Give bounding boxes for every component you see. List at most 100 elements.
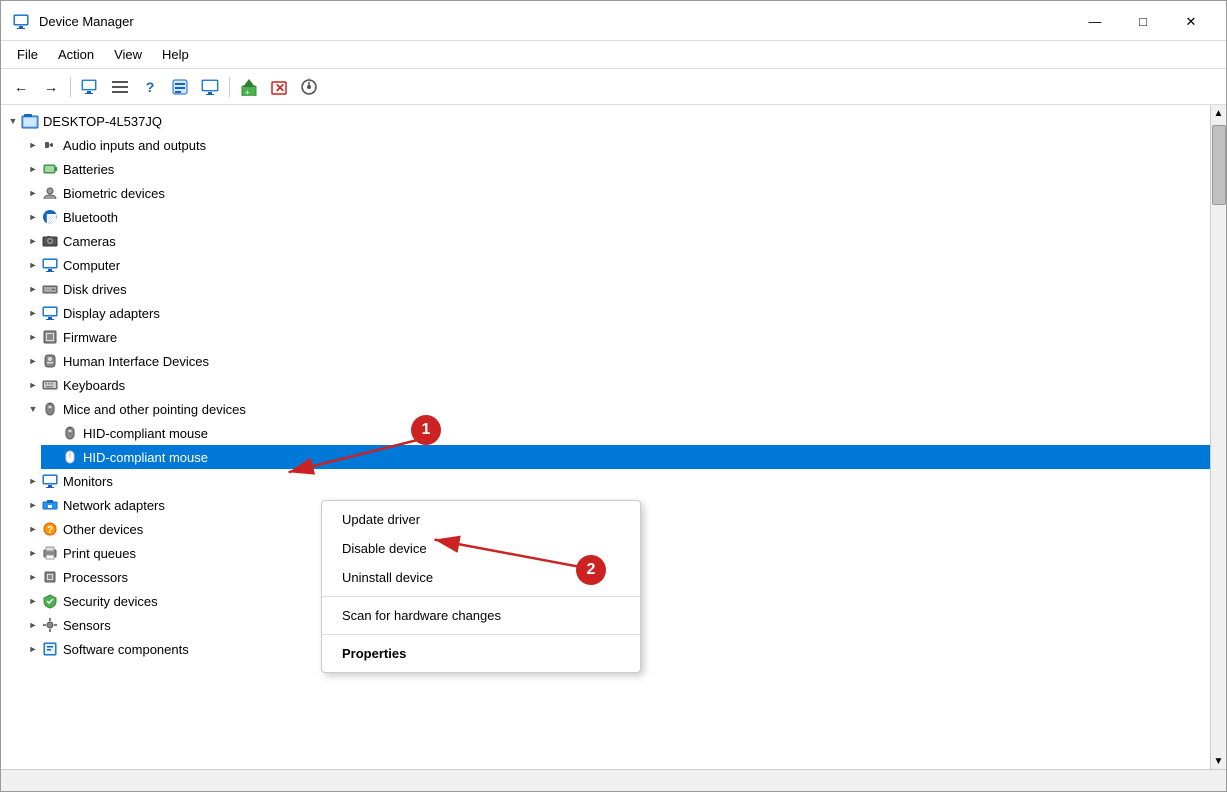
computer-view-button[interactable] (76, 74, 104, 100)
toolbar-separator-2 (229, 77, 230, 97)
cameras-toggle[interactable]: ► (25, 233, 41, 249)
toolbar-separator-1 (70, 77, 71, 97)
biometric-label: Biometric devices (63, 186, 165, 201)
ctx-properties[interactable]: Properties (322, 639, 640, 668)
display-toggle[interactable]: ► (25, 305, 41, 321)
bluetooth-label: Bluetooth (63, 210, 118, 225)
display-label: Display adapters (63, 306, 160, 321)
add-driver-button[interactable]: + (235, 74, 263, 100)
processors-toggle[interactable]: ► (25, 569, 41, 585)
monitor-button[interactable] (196, 74, 224, 100)
resource-button[interactable] (166, 74, 194, 100)
other-toggle[interactable]: ► (25, 521, 41, 537)
security-toggle[interactable]: ► (25, 593, 41, 609)
sensors-toggle[interactable]: ► (25, 617, 41, 633)
tree-item-monitors[interactable]: ► Monitors (21, 469, 1210, 493)
tree-item-bluetooth[interactable]: ► ▩ Bluetooth (21, 205, 1210, 229)
computer-icon (41, 256, 59, 274)
menu-bar: File Action View Help (1, 41, 1226, 69)
menu-file[interactable]: File (9, 44, 46, 65)
annotation-badge-2: 2 (576, 555, 606, 585)
tree-item-mouse2[interactable]: ► HID-compliant mouse (41, 445, 1210, 469)
ctx-separator-2 (322, 634, 640, 635)
tree-item-batteries[interactable]: ► Batteries (21, 157, 1210, 181)
firmware-label: Firmware (63, 330, 117, 345)
biometric-icon (41, 184, 59, 202)
root-toggle[interactable]: ▼ (5, 113, 21, 129)
tree-item-biometric[interactable]: ► Biometric devices (21, 181, 1210, 205)
mouse1-icon (61, 424, 79, 442)
other-label: Other devices (63, 522, 143, 537)
print-label: Print queues (63, 546, 136, 561)
network-toggle[interactable]: ► (25, 497, 41, 513)
remove-driver-button[interactable]: ✕ (265, 74, 293, 100)
other-icon: ? (41, 520, 59, 538)
tree-item-disk[interactable]: ► Disk drives (21, 277, 1210, 301)
software-toggle[interactable]: ► (25, 641, 41, 657)
firmware-toggle[interactable]: ► (25, 329, 41, 345)
menu-help[interactable]: Help (154, 44, 197, 65)
print-toggle[interactable]: ► (25, 545, 41, 561)
monitors-toggle[interactable]: ► (25, 473, 41, 489)
network-icon (41, 496, 59, 514)
tree-panel[interactable]: ▼ DESKTOP-4L537JQ ► Audio inputs and out… (1, 105, 1210, 769)
sensors-label: Sensors (63, 618, 111, 633)
title-left: Device Manager (13, 13, 134, 31)
forward-button[interactable]: → (37, 74, 65, 100)
scroll-thumb[interactable] (1212, 125, 1226, 205)
audio-icon (41, 136, 59, 154)
annotation-badge-1: 1 (411, 415, 441, 445)
svg-text:▩: ▩ (46, 211, 57, 225)
maximize-button[interactable]: □ (1120, 7, 1166, 37)
tree-item-keyboards[interactable]: ► Keyboards (21, 373, 1210, 397)
display-icon (41, 304, 59, 322)
computer-toggle[interactable]: ► (25, 257, 41, 273)
close-button[interactable]: ✕ (1168, 7, 1214, 37)
tree-item-firmware[interactable]: ► Firmware (21, 325, 1210, 349)
disk-toggle[interactable]: ► (25, 281, 41, 297)
mice-label: Mice and other pointing devices (63, 402, 246, 417)
firmware-icon (41, 328, 59, 346)
context-menu: Update driver Disable device Uninstall d… (321, 500, 641, 673)
list-button[interactable] (106, 74, 134, 100)
cameras-label: Cameras (63, 234, 116, 249)
security-label: Security devices (63, 594, 158, 609)
hid-toggle[interactable]: ► (25, 353, 41, 369)
hid-label: Human Interface Devices (63, 354, 209, 369)
processors-icon (41, 568, 59, 586)
keyboards-toggle[interactable]: ► (25, 377, 41, 393)
audio-toggle[interactable]: ► (25, 137, 41, 153)
tree-root[interactable]: ▼ DESKTOP-4L537JQ (1, 109, 1210, 133)
svg-text:?: ? (47, 525, 53, 536)
scroll-down-arrow[interactable]: ▼ (1211, 753, 1227, 769)
biometric-toggle[interactable]: ► (25, 185, 41, 201)
bluetooth-toggle[interactable]: ► (25, 209, 41, 225)
tree-item-display[interactable]: ► Display adapters (21, 301, 1210, 325)
monitors-label: Monitors (63, 474, 113, 489)
svg-text:+: + (245, 88, 250, 96)
tree-item-computer[interactable]: ► Computer (21, 253, 1210, 277)
ctx-update-driver[interactable]: Update driver (322, 505, 640, 534)
tree-item-mice[interactable]: ▼ Mice and other pointing devices (21, 397, 1210, 421)
batteries-toggle[interactable]: ► (25, 161, 41, 177)
ctx-scan-hardware[interactable]: Scan for hardware changes (322, 601, 640, 630)
back-button[interactable]: ← (7, 74, 35, 100)
title-bar: Device Manager — □ ✕ (1, 1, 1226, 41)
tree-item-hid[interactable]: ► Human Interface Devices (21, 349, 1210, 373)
menu-view[interactable]: View (106, 44, 150, 65)
tree-item-audio[interactable]: ► Audio inputs and outputs (21, 133, 1210, 157)
scroll-up-arrow[interactable]: ▲ (1211, 105, 1227, 121)
status-bar (1, 769, 1226, 791)
tree-item-cameras[interactable]: ► Cameras (21, 229, 1210, 253)
help-button[interactable]: ? (136, 74, 164, 100)
root-label: DESKTOP-4L537JQ (43, 114, 162, 129)
vertical-scrollbar[interactable]: ▲ ▼ (1210, 105, 1226, 769)
tree-item-mouse1[interactable]: ► HID-compliant mouse (41, 421, 1210, 445)
minimize-button[interactable]: — (1072, 7, 1118, 37)
batteries-label: Batteries (63, 162, 114, 177)
mice-toggle[interactable]: ▼ (25, 401, 41, 417)
menu-action[interactable]: Action (50, 44, 102, 65)
scan-button[interactable] (295, 74, 323, 100)
keyboards-label: Keyboards (63, 378, 125, 393)
title-text: Device Manager (39, 14, 134, 29)
